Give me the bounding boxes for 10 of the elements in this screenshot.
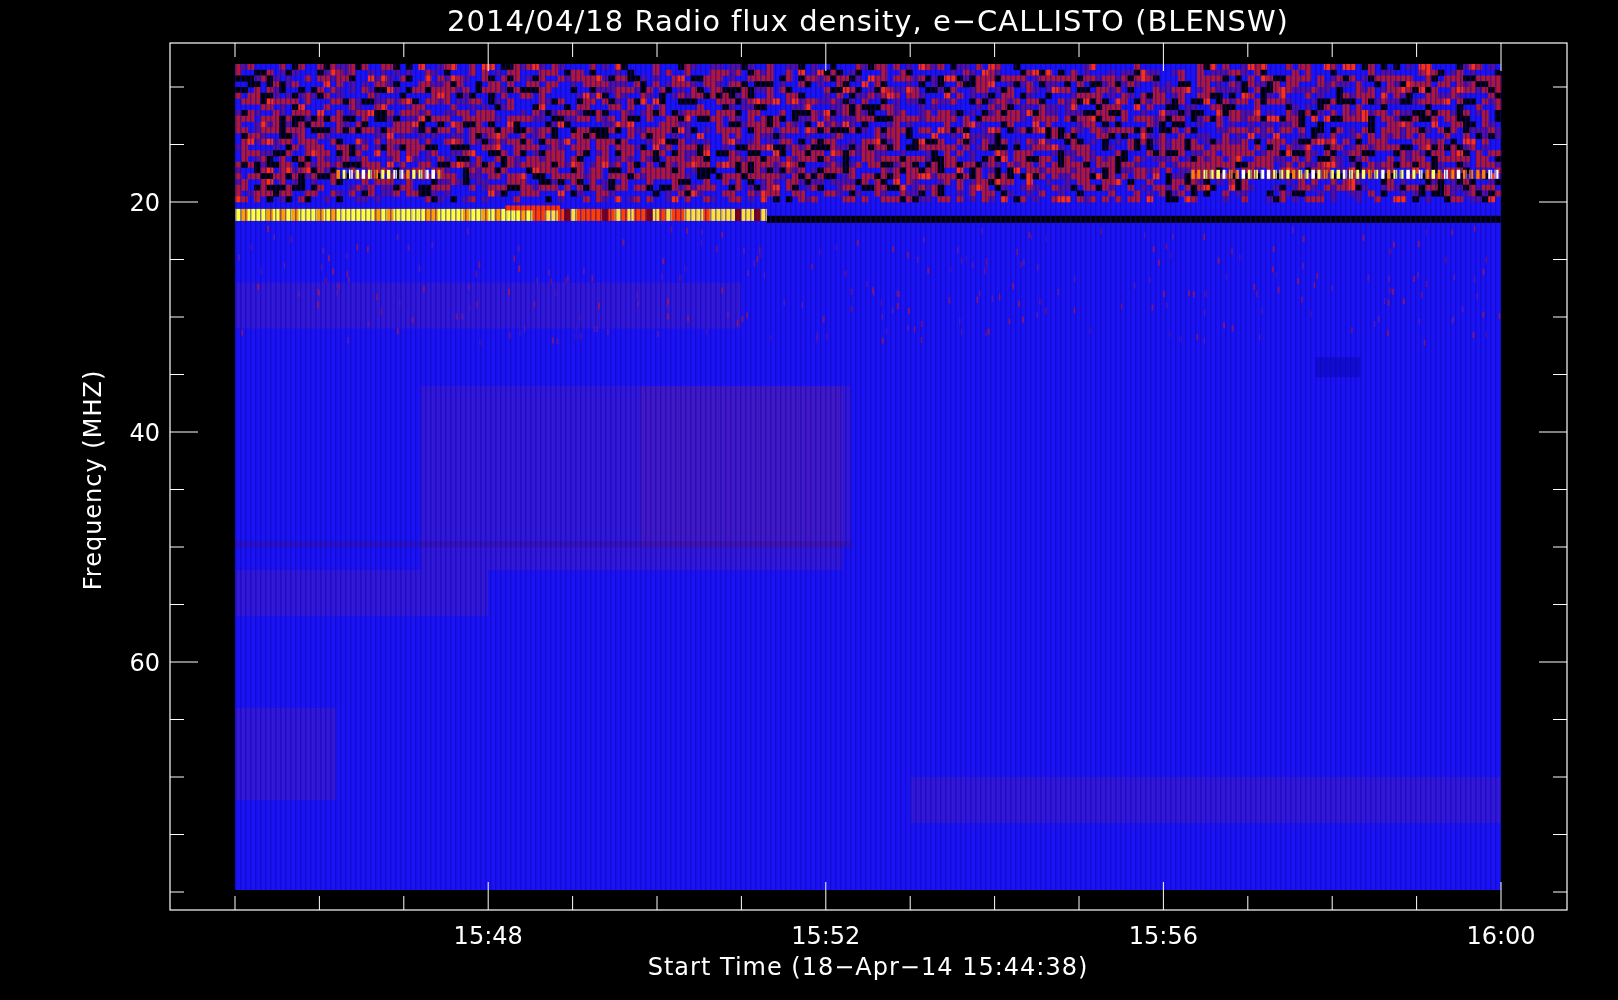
x-tick-label: 15:56 [1128,922,1198,950]
y-axis-label: Frequency (MHZ) [79,369,107,591]
x-tick-label: 15:52 [791,922,861,950]
plot-title: 2014/04/18 Radio flux density, e−CALLISTO (BLENSW) [447,4,1289,38]
x-tick-label: 16:00 [1466,922,1536,950]
x-axis-label: Start Time (18−Apr−14 15:44:38) [647,953,1089,981]
x-tick-label: 15:48 [453,922,523,950]
y-tick-label: 20 [129,189,160,217]
y-tick-label: 60 [129,649,160,677]
y-tick-label: 40 [129,419,160,447]
